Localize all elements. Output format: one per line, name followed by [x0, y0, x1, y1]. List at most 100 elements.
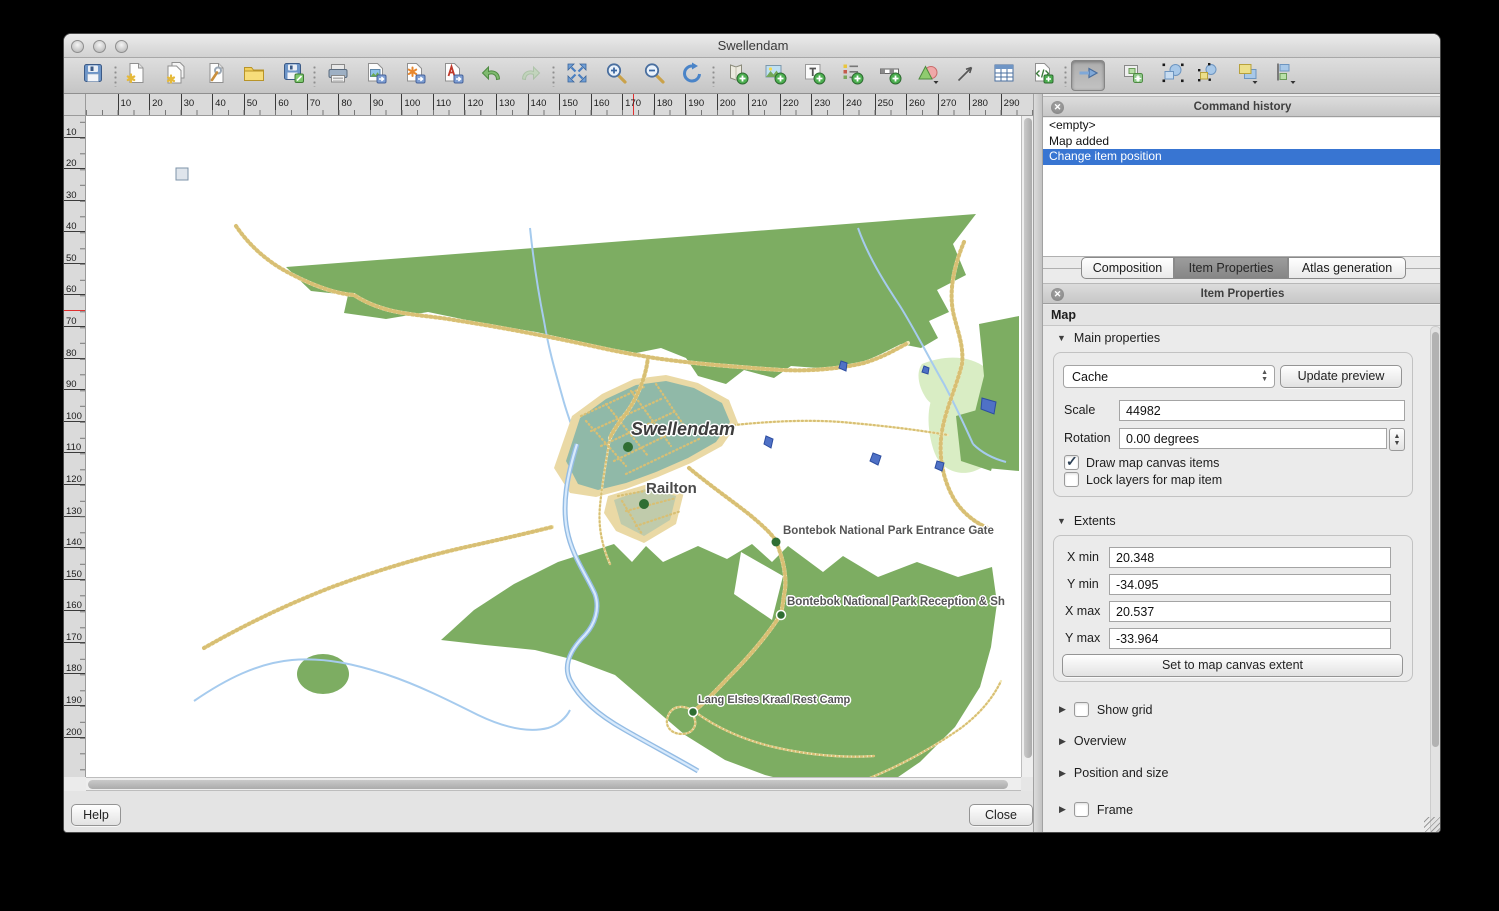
xmax-input[interactable] — [1109, 601, 1391, 622]
scrollbar-thumb[interactable] — [1024, 118, 1032, 758]
tab-item-properties[interactable]: Item Properties — [1174, 257, 1288, 279]
tab-composition[interactable]: Composition — [1081, 257, 1174, 279]
history-item[interactable]: Map added — [1043, 134, 1441, 150]
scrollbar-thumb[interactable] — [1432, 332, 1439, 747]
composer-window: Swellendam — [63, 33, 1441, 833]
cursor-guide-horizontal — [64, 310, 85, 311]
move-item-content-button[interactable] — [1116, 60, 1150, 91]
window-resize-grip[interactable] — [1424, 817, 1440, 832]
collapse-arrow-icon[interactable]: ▼ — [1057, 516, 1066, 526]
item-properties-title: Item Properties — [1201, 288, 1285, 300]
add-map-button[interactable] — [720, 60, 754, 91]
close-panel-icon[interactable]: ✕ — [1051, 101, 1064, 114]
zoom-full-button[interactable] — [560, 60, 594, 91]
toolbar-separator — [313, 65, 316, 87]
ruler-tick: 260 — [906, 94, 925, 115]
overview-section[interactable]: ▶ Overview — [1059, 734, 1126, 748]
expand-arrow-icon[interactable]: ▶ — [1059, 704, 1066, 715]
add-html-button[interactable] — [1026, 60, 1060, 91]
expand-arrow-icon[interactable]: ▶ — [1059, 768, 1066, 779]
add-arrow-button[interactable] — [949, 60, 983, 91]
open-composition-button[interactable] — [237, 60, 271, 91]
canvas-vertical-scrollbar[interactable] — [1021, 116, 1033, 777]
redo-button[interactable] — [513, 60, 547, 91]
export-pdf-button[interactable] — [436, 60, 470, 91]
canvas-horizontal-scrollbar[interactable] — [86, 777, 1021, 791]
undo-button[interactable] — [475, 60, 509, 91]
ruler-tick: 150 — [559, 94, 578, 115]
scale-input[interactable] — [1119, 400, 1405, 421]
composition-manager-button[interactable] — [199, 60, 233, 91]
add-scalebar-button[interactable] — [873, 60, 907, 91]
show-grid-checkbox[interactable] — [1074, 702, 1089, 717]
titlebar[interactable]: Swellendam — [64, 34, 1441, 58]
ymin-input[interactable] — [1109, 574, 1391, 595]
rotation-input[interactable] — [1119, 428, 1387, 449]
add-table-button[interactable] — [987, 60, 1021, 91]
extents-header[interactable]: ▼ Extents — [1057, 514, 1116, 528]
frame-section[interactable]: ▶ Frame — [1059, 802, 1133, 817]
history-item[interactable]: Change item position — [1043, 149, 1441, 165]
ymax-input[interactable] — [1109, 628, 1391, 649]
xmin-input[interactable] — [1109, 547, 1391, 568]
zoom-in-button[interactable] — [599, 60, 633, 91]
update-preview-button[interactable]: Update preview — [1280, 365, 1402, 388]
export-image-button[interactable] — [359, 60, 393, 91]
position-and-size-section[interactable]: ▶ Position and size — [1059, 766, 1168, 780]
add-map-icon — [725, 61, 749, 90]
new-composition-button[interactable] — [119, 60, 153, 91]
export-pdf-icon — [441, 61, 465, 90]
align-items-button[interactable] — [1269, 60, 1303, 91]
add-legend-button[interactable] — [835, 60, 869, 91]
toolbar-separator — [114, 65, 117, 87]
collapse-arrow-icon[interactable]: ▼ — [1057, 333, 1066, 343]
draw-map-canvas-items-checkbox[interactable]: ✓ — [1064, 455, 1079, 470]
ruler-tick: 130 — [64, 506, 85, 517]
set-to-map-canvas-extent-button[interactable]: Set to map canvas extent — [1062, 654, 1403, 677]
panel-scrollbar[interactable] — [1430, 326, 1441, 833]
close-button[interactable]: Close — [969, 804, 1033, 826]
close-panel-icon[interactable]: ✕ — [1051, 288, 1064, 301]
town-area — [554, 375, 738, 543]
lock-layers-checkbox[interactable] — [1064, 472, 1079, 487]
command-history-list[interactable]: <empty>Map addedChange item position — [1043, 118, 1441, 257]
duplicate-composition-button[interactable] — [159, 60, 193, 91]
print-button[interactable] — [321, 60, 355, 91]
map-label-gate: Bontebok National Park Entrance Gate — [783, 525, 994, 537]
raise-items-button[interactable] — [1231, 60, 1265, 91]
tab-atlas-generation[interactable]: Atlas generation — [1288, 257, 1406, 279]
ruler-tick: 180 — [64, 663, 85, 674]
ruler-tick: 190 — [685, 94, 704, 115]
zoom-out-button[interactable] — [637, 60, 671, 91]
add-label-button[interactable] — [797, 60, 831, 91]
frame-checkbox[interactable] — [1074, 802, 1089, 817]
show-grid-section[interactable]: ▶ Show grid — [1059, 702, 1153, 717]
composition-canvas[interactable]: Swellendam Railton Bontebok National Par… — [86, 116, 1021, 777]
select-move-item-button[interactable] — [1071, 60, 1105, 91]
export-svg-button[interactable] — [398, 60, 432, 91]
statusbar: Help Close — [64, 791, 1033, 833]
refresh-button[interactable] — [675, 60, 709, 91]
extents-label: Extents — [1074, 514, 1116, 528]
ruler-tick: 130 — [496, 94, 515, 115]
ruler-tick: 30 — [181, 94, 195, 115]
zoom-full-icon — [565, 61, 589, 90]
rotation-spinner[interactable]: ▲▼ — [1389, 428, 1405, 451]
ungroup-items-button[interactable] — [1191, 60, 1225, 91]
main-properties-header[interactable]: ▼ Main properties — [1057, 331, 1160, 345]
expand-arrow-icon[interactable]: ▶ — [1059, 736, 1066, 747]
help-button[interactable]: Help — [71, 804, 121, 826]
preview-mode-select[interactable]: Cache ▲▼ — [1063, 365, 1275, 388]
composition-manager-icon — [204, 61, 228, 90]
move-item-content-icon — [1121, 61, 1145, 90]
group-items-button[interactable] — [1156, 60, 1190, 91]
save-project-button[interactable] — [277, 60, 311, 91]
add-image-button[interactable] — [758, 60, 792, 91]
panel-splitter[interactable] — [1033, 94, 1043, 833]
add-shape-button[interactable] — [911, 60, 945, 91]
scrollbar-thumb[interactable] — [88, 780, 1008, 789]
main-properties-label: Main properties — [1074, 331, 1160, 345]
save-composition-button[interactable] — [76, 60, 110, 91]
expand-arrow-icon[interactable]: ▶ — [1059, 804, 1066, 815]
history-item[interactable]: <empty> — [1043, 118, 1441, 134]
